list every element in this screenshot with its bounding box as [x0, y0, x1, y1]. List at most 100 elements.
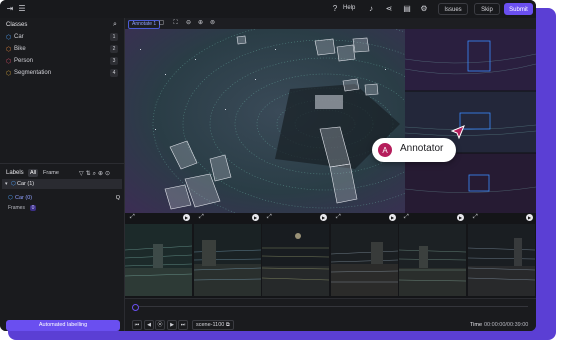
- camera-views-canvas[interactable]: [405, 29, 536, 213]
- annotate-chip[interactable]: Annotate 1: [128, 20, 161, 29]
- expand-icon[interactable]: ⤢: [130, 214, 135, 221]
- viewer-toolbar: Annotate 1 ▢ ⛶ ⊖ ⊕ ⊚: [125, 18, 536, 29]
- play-icon[interactable]: ▶: [526, 214, 533, 221]
- camera-thumbnail-strip: ⤢ ▶ ⤢ ▶ ⤢ ▶ ⤢ ▶ ⤢ ▶ ⤢ ▶: [125, 213, 536, 298]
- class-hotkey: 1: [110, 33, 118, 41]
- fullscreen-icon[interactable]: ⛶: [172, 20, 179, 27]
- annotator-callout: A Annotator: [372, 138, 456, 162]
- top-bar: ⇥ ☰ ? Help ♪ ⋖ ▤ ⚙ Issues Skip Submit: [0, 0, 536, 19]
- skip-label: Skip: [481, 7, 493, 13]
- expand-icon[interactable]: ⤢: [473, 214, 478, 221]
- automated-labelling-button[interactable]: Automated labelling: [6, 320, 120, 331]
- labels-title: Labels: [6, 170, 24, 176]
- car-class-icon: ⬡: [6, 35, 12, 41]
- thumb-header: ⤢ ▶: [262, 213, 330, 223]
- play-icon[interactable]: ▶: [320, 214, 327, 221]
- tab-all[interactable]: All: [28, 169, 39, 177]
- thumb-header: ⤢ ▶: [468, 213, 536, 223]
- skip-button[interactable]: Skip: [474, 3, 500, 15]
- expand-icon[interactable]: ⤢: [336, 214, 341, 221]
- scene-selector[interactable]: scene-1100 ⧉: [192, 320, 234, 330]
- class-item-segmentation[interactable]: ⬡ Segmentation 4: [6, 69, 118, 79]
- bike-class-icon: ⬡: [6, 47, 12, 53]
- thumb-header: ⤢ ▶: [331, 213, 399, 223]
- thumb-header: ⤢ ▶: [125, 213, 193, 223]
- issues-label: Issues: [444, 7, 462, 13]
- time-value: 00:00:00/00:39:00: [484, 322, 529, 328]
- class-item-person[interactable]: ⬡ Person 3: [6, 57, 118, 67]
- play-icon[interactable]: ▶: [457, 214, 464, 221]
- camera-thumbnail[interactable]: [262, 224, 329, 296]
- help-icon[interactable]: ?: [330, 4, 340, 14]
- copy-icon[interactable]: ⧉: [226, 322, 230, 328]
- annotator-name: Annotator: [400, 143, 444, 154]
- frames-count: 0: [29, 205, 37, 211]
- class-hotkey: 4: [110, 69, 118, 77]
- lidar-3d-view[interactable]: [125, 29, 405, 213]
- expand-icon[interactable]: ⤢: [404, 214, 409, 221]
- class-hotkey: 2: [110, 45, 118, 53]
- chevron-down-icon[interactable]: ▾: [5, 181, 8, 187]
- play-button[interactable]: ⦿: [155, 320, 165, 330]
- help-label[interactable]: Help: [343, 5, 355, 11]
- settings-icon[interactable]: ⚙: [419, 4, 429, 14]
- timeline-scrubber[interactable]: [132, 304, 139, 311]
- issues-button[interactable]: Issues: [438, 3, 468, 15]
- submit-button[interactable]: Submit: [504, 3, 533, 15]
- automated-labelling-label: Automated labelling: [38, 322, 88, 328]
- class-label: Segmentation: [14, 70, 52, 76]
- label-item-hotkey: Q: [115, 195, 120, 201]
- skip-start-button[interactable]: ⏮: [132, 320, 142, 330]
- class-label: Person: [14, 58, 34, 64]
- scene-name: scene-1100: [196, 322, 225, 328]
- camera-thumbnail[interactable]: [125, 224, 192, 296]
- camera-thumbnail[interactable]: [468, 224, 535, 296]
- expand-icon[interactable]: ⤢: [199, 214, 204, 221]
- label-item-row[interactable]: ⬡ Car (0) Q: [8, 194, 120, 204]
- divider: [0, 163, 124, 164]
- camera-thumbnail[interactable]: [331, 224, 398, 296]
- tab-frame[interactable]: Frame: [41, 169, 61, 177]
- reset-view-icon[interactable]: ⊚: [209, 20, 216, 27]
- car-class-icon: ⬡: [8, 195, 13, 201]
- document-icon[interactable]: ▤: [402, 4, 412, 14]
- play-icon[interactable]: ▶: [183, 214, 190, 221]
- sidebar: Classes ⌕ ⬡ Car 1 ⬡ Bike 2 ⬡ Person 3 ⬡ …: [0, 18, 125, 331]
- zoom-in-icon[interactable]: ⊕: [197, 20, 204, 27]
- play-icon[interactable]: ▶: [389, 214, 396, 221]
- class-hotkey: 3: [110, 57, 118, 65]
- point-cloud-canvas[interactable]: [125, 29, 405, 213]
- step-back-button[interactable]: ◀: [144, 320, 154, 330]
- car-class-icon: ⬡: [11, 181, 16, 187]
- camera-views-panel[interactable]: [405, 29, 536, 213]
- menu-icon[interactable]: ☰: [17, 4, 27, 14]
- bell-icon[interactable]: ♪: [366, 4, 376, 14]
- search-icon[interactable]: ⌕: [113, 21, 117, 29]
- expand-icon[interactable]: ⤢: [267, 214, 272, 221]
- step-forward-button[interactable]: ▶: [167, 320, 177, 330]
- frames-label: Frames: [8, 205, 25, 211]
- back-icon[interactable]: ⇥: [5, 4, 15, 14]
- label-group-name: Car (1): [17, 181, 35, 187]
- timeline-bar: ⏮ ◀ ⦿ ▶ ⏭ scene-1100 ⧉ Time 00:00:00/00:…: [125, 298, 536, 331]
- thumb-header: ⤢ ▶: [399, 213, 467, 223]
- play-icon[interactable]: ▶: [252, 214, 259, 221]
- label-group-row[interactable]: ▾ ⬡ Car (1): [2, 179, 122, 189]
- zoom-out-icon[interactable]: ⊖: [185, 20, 192, 27]
- share-icon[interactable]: ⋖: [384, 4, 394, 14]
- camera-thumbnail[interactable]: [399, 224, 466, 296]
- annotation-app: ⇥ ☰ ? Help ♪ ⋖ ▤ ⚙ Issues Skip Submit Cl…: [0, 0, 536, 331]
- comment-icon[interactable]: ▢: [158, 20, 165, 27]
- class-item-car[interactable]: ⬡ Car 1: [6, 33, 118, 43]
- class-item-bike[interactable]: ⬡ Bike 2: [6, 45, 118, 55]
- class-label: Bike: [14, 46, 26, 52]
- skip-end-button[interactable]: ⏭: [178, 320, 188, 330]
- label-item-name: Car (0): [15, 195, 33, 201]
- person-class-icon: ⬡: [6, 59, 12, 65]
- timeline-track[interactable]: [133, 306, 528, 307]
- submit-label: Submit: [509, 7, 528, 13]
- class-label: Car: [14, 34, 24, 40]
- annotator-avatar: A: [377, 142, 393, 158]
- label-tools-icons[interactable]: ▽⇅⌕⊕⊙: [79, 170, 112, 178]
- camera-thumbnail[interactable]: [194, 224, 261, 296]
